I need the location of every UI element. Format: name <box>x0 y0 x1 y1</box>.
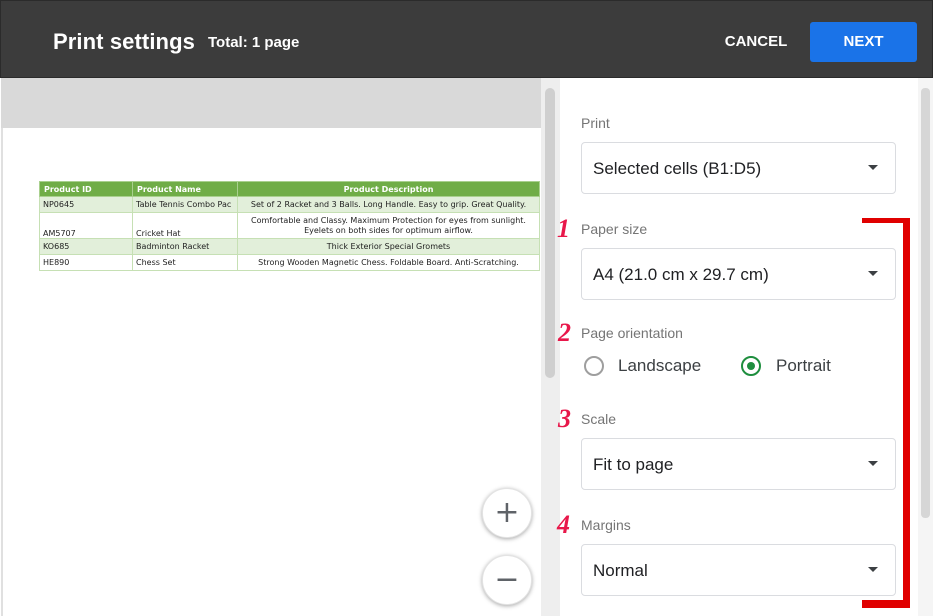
annotation-number: 4 <box>557 510 570 539</box>
print-preview: Product ID Product Name Product Descript… <box>1 78 560 616</box>
portrait-radio[interactable] <box>741 356 761 376</box>
print-range-select[interactable]: Selected cells (B1:D5) <box>581 142 896 194</box>
page-orientation-label: Page orientation <box>581 325 683 341</box>
sheet-table: Product ID Product Name Product Descript… <box>39 181 540 271</box>
scale-value: Fit to page <box>593 455 674 474</box>
product-name-cell: Chess Set <box>132 254 238 271</box>
plus-icon: + <box>494 495 520 530</box>
table-row: HE890 Chess Set Strong Wooden Magnetic C… <box>39 254 540 271</box>
preview-page: Product ID Product Name Product Descript… <box>3 128 541 616</box>
preview-scrollbar-thumb[interactable] <box>545 88 555 378</box>
zoom-out-button[interactable]: − <box>482 555 532 605</box>
margins-value: Normal <box>593 561 648 580</box>
product-description-cell: Set of 2 Racket and 3 Balls. Long Handle… <box>237 196 540 213</box>
zoom-in-button[interactable]: + <box>482 488 532 538</box>
landscape-radio[interactable] <box>584 356 604 376</box>
annotation-bracket <box>903 218 910 608</box>
preview-background <box>1 78 541 128</box>
paper-size-select[interactable]: A4 (21.0 cm x 29.7 cm) <box>581 248 896 300</box>
dropdown-arrow-icon <box>868 165 878 170</box>
product-description-cell: Strong Wooden Magnetic Chess. Foldable B… <box>237 254 540 271</box>
description-line: Eyelets on both sides for optimum airflo… <box>304 225 473 235</box>
product-id-cell: NP0645 <box>39 196 133 213</box>
settings-scrollbar-thumb[interactable] <box>921 88 930 518</box>
portrait-label[interactable]: Portrait <box>776 356 831 376</box>
margins-select[interactable]: Normal <box>581 544 896 596</box>
scale-select[interactable]: Fit to page <box>581 438 896 490</box>
description-line: Comfortable and Classy. Maximum Protecti… <box>251 215 526 225</box>
dropdown-arrow-icon <box>868 271 878 276</box>
column-header: Product ID <box>39 181 133 197</box>
product-name-cell: Badminton Racket <box>132 238 238 255</box>
product-description-cell: Comfortable and Classy. Maximum Protecti… <box>237 212 540 239</box>
product-name-cell: Table Tennis Combo Pac <box>132 196 238 213</box>
table-row: NP0645 Table Tennis Combo Pac Set of 2 R… <box>39 196 540 213</box>
print-range-value: Selected cells (B1:D5) <box>593 159 762 178</box>
paper-size-value: A4 (21.0 cm x 29.7 cm) <box>593 265 769 284</box>
product-id-cell: KO685 <box>39 238 133 255</box>
minus-icon: − <box>494 562 520 597</box>
paper-size-label: Paper size <box>581 221 648 237</box>
margins-label: Margins <box>581 517 631 533</box>
annotation-number: 1 <box>557 214 570 243</box>
product-id-cell: HE890 <box>39 254 133 271</box>
page-title: Print settings <box>53 29 195 54</box>
product-name-cell: Cricket Hat <box>132 212 238 239</box>
next-button[interactable]: NEXT <box>810 22 917 62</box>
cancel-button[interactable]: CANCEL <box>715 23 797 61</box>
print-label: Print <box>581 115 610 131</box>
total-pages: Total: 1 page <box>208 34 300 51</box>
annotation-number: 2 <box>558 318 571 347</box>
table-row: AM5707 Cricket Hat Comfortable and Class… <box>39 212 540 239</box>
top-bar: Print settings Total: 1 page CANCEL NEXT <box>0 0 933 78</box>
column-header: Product Name <box>132 181 238 197</box>
dropdown-arrow-icon <box>868 461 878 466</box>
annotation-number: 3 <box>558 404 571 433</box>
column-header: Product Description <box>237 181 540 197</box>
table-row: KO685 Badminton Racket Thick Exterior Sp… <box>39 238 540 255</box>
landscape-label[interactable]: Landscape <box>618 356 701 376</box>
product-id-cell: AM5707 <box>39 212 133 239</box>
scale-label: Scale <box>581 411 617 427</box>
annotation-bracket <box>862 600 910 608</box>
dropdown-arrow-icon <box>868 567 878 572</box>
product-description-cell: Thick Exterior Special Gromets <box>237 238 540 255</box>
